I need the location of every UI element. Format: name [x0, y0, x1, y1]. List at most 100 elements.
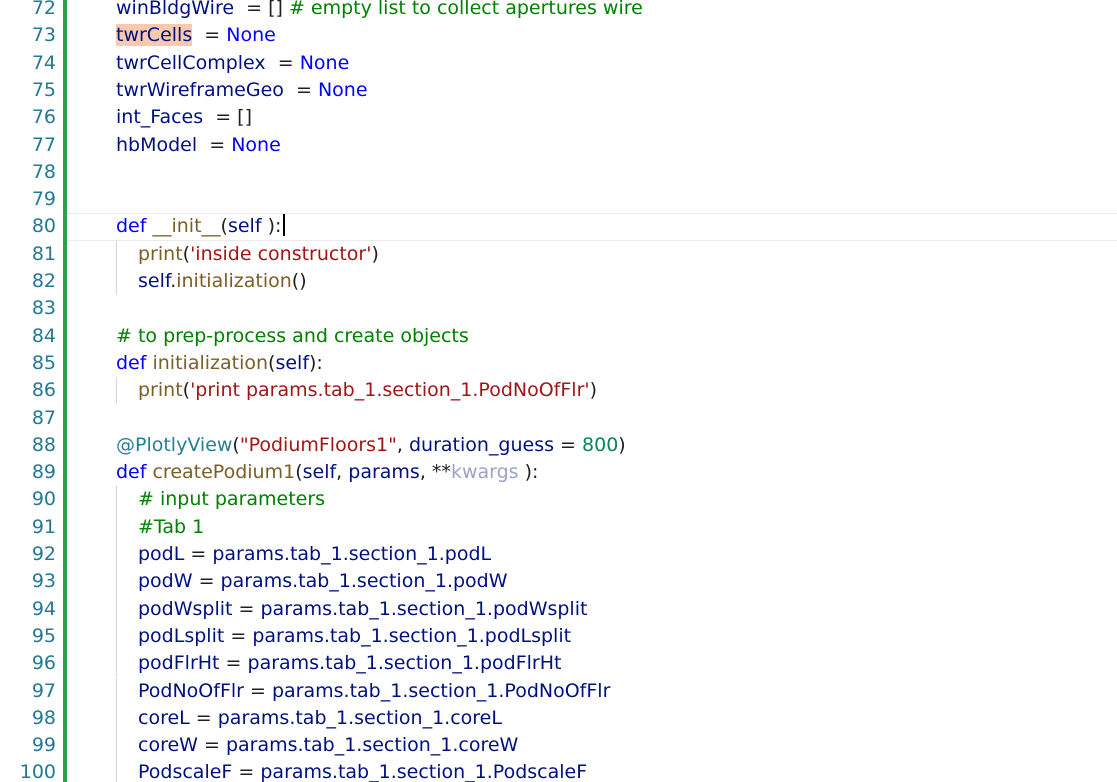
- indent-guide: [116, 513, 117, 541]
- code-text[interactable]: twrCells = None: [116, 22, 276, 49]
- code-line[interactable]: 87: [0, 405, 1117, 432]
- code-token: =: [224, 624, 253, 647]
- code-line[interactable]: 92 podL = params.tab_1.section_1.podL: [0, 541, 1117, 569]
- code-token: @PlotlyView: [116, 433, 233, 456]
- code-line[interactable]: 83: [0, 295, 1117, 322]
- code-line[interactable]: 94 podWsplit = params.tab_1.section_1.pod…: [0, 595, 1117, 623]
- code-line[interactable]: 88 @PlotlyView("PodiumFloors1", duration_…: [0, 432, 1117, 459]
- code-text[interactable]: winBldgWire = [] # empty list to collect…: [116, 0, 643, 22]
- code-line[interactable]: 78: [0, 159, 1117, 186]
- line-number: 85: [31, 351, 56, 374]
- line-number: 79: [31, 188, 56, 211]
- code-line[interactable]: 91 #Tab 1: [0, 513, 1117, 541]
- code-line[interactable]: 79: [0, 186, 1117, 213]
- line-number: 91: [31, 515, 56, 538]
- indent-guide: [116, 240, 117, 268]
- code-text[interactable]: def createPodium1(self, params, **kwargs…: [116, 459, 538, 486]
- code-line[interactable]: 75 twrWireframeGeo = None: [0, 77, 1117, 104]
- code-text[interactable]: self.initialization(): [138, 268, 307, 295]
- code-token: =: [189, 706, 218, 729]
- code-token: =: [197, 133, 232, 156]
- code-text[interactable]: int_Faces = []: [116, 104, 252, 131]
- code-line[interactable]: 98 coreL = params.tab_1.section_1.coreL: [0, 704, 1117, 733]
- code-text[interactable]: podFlrHt = params.tab_1.section_1.podFlr…: [138, 650, 561, 677]
- code-line[interactable]: 96 podFlrHt = params.tab_1.section_1.podF…: [0, 650, 1117, 678]
- code-token: 800: [582, 433, 619, 456]
- code-text[interactable]: @PlotlyView("PodiumFloors1", duration_gu…: [116, 432, 626, 459]
- code-token: params.tab_1.section_1.PodscaleF: [260, 761, 588, 782]
- code-token: params.tab_1.section_1.podWsplit: [260, 597, 588, 620]
- code-token: ): [589, 379, 598, 402]
- code-token: =: [283, 78, 318, 101]
- code-text[interactable]: # to prep-process and create objects: [116, 323, 469, 350]
- code-token: (: [182, 379, 191, 402]
- code-token: def: [116, 215, 153, 238]
- code-token: self: [227, 215, 262, 238]
- code-text[interactable]: twrCellComplex = None: [116, 50, 349, 77]
- code-token: (: [295, 461, 303, 484]
- line-number: 81: [31, 242, 56, 265]
- code-text[interactable]: hbModel = None: [116, 132, 281, 159]
- code-token: params.tab_1.section_1.podFlrHt: [247, 652, 562, 675]
- code-token: winBldgWire: [116, 0, 235, 19]
- code-text[interactable]: podL = params.tab_1.section_1.podL: [138, 541, 491, 568]
- indent-guide: [116, 268, 117, 296]
- code-token: =: [197, 734, 226, 757]
- code-token: = []: [234, 0, 289, 19]
- code-line[interactable]: 77 hbModel = None: [0, 132, 1117, 159]
- code-line[interactable]: 80 def __init__(self ):: [0, 213, 1117, 240]
- code-token: ,: [336, 461, 349, 484]
- indent-guide: [116, 677, 117, 705]
- code-token: None: [231, 133, 281, 156]
- line-number: 72: [31, 0, 56, 19]
- code-token: =: [192, 570, 221, 593]
- code-line[interactable]: 82 self.initialization(): [0, 268, 1117, 296]
- code-text[interactable]: podLsplit = params.tab_1.section_1.podLs…: [138, 623, 571, 650]
- code-line[interactable]: 95 podLsplit = params.tab_1.section_1.pod…: [0, 622, 1117, 651]
- line-number: 75: [31, 78, 56, 101]
- code-text[interactable]: print('print params.tab_1.section_1.PodN…: [138, 377, 597, 404]
- code-text[interactable]: # input parameters: [138, 486, 325, 513]
- code-token: self: [275, 351, 310, 374]
- code-text[interactable]: def __init__(self ):: [116, 213, 286, 240]
- code-token: podFlrHt: [138, 652, 220, 675]
- code-line[interactable]: 90 # input parameters: [0, 486, 1117, 514]
- code-token: twrCellComplex: [116, 51, 266, 74]
- highlighted-token: twrCells: [116, 24, 193, 47]
- code-line[interactable]: 93 podW = params.tab_1.section_1.podW: [0, 568, 1117, 596]
- line-number: 77: [31, 133, 56, 156]
- code-token: =: [232, 597, 261, 620]
- code-text[interactable]: def initialization(self):: [116, 350, 323, 377]
- code-editor[interactable]: 72 winBldgWire = [] # empty list to colle…: [0, 0, 1117, 782]
- code-line[interactable]: 89 def createPodium1(self, params, **kwar…: [0, 459, 1117, 486]
- line-number: 86: [31, 379, 56, 402]
- code-text[interactable]: #Tab 1: [138, 514, 204, 541]
- code-token: (: [182, 242, 191, 265]
- code-line[interactable]: 100 PodscaleF = params.tab_1.section_1.Po…: [0, 759, 1117, 782]
- code-text[interactable]: twrWireframeGeo = None: [116, 77, 368, 104]
- code-line[interactable]: 73 twrCells = None: [0, 22, 1117, 49]
- code-line[interactable]: 97 PodNoOfFlr = params.tab_1.section_1.Po…: [0, 677, 1117, 705]
- line-number: 87: [31, 406, 56, 429]
- code-line[interactable]: 84 # to prep-process and create objects: [0, 323, 1117, 350]
- code-text[interactable]: print('inside constructor'): [138, 241, 379, 268]
- code-text[interactable]: podWsplit = params.tab_1.section_1.podWs…: [138, 596, 587, 623]
- code-text[interactable]: coreL = params.tab_1.section_1.coreL: [138, 705, 502, 732]
- code-line[interactable]: 81 print('inside constructor'): [0, 240, 1117, 268]
- code-token: hbModel: [116, 133, 198, 156]
- code-token: #Tab 1: [138, 515, 205, 538]
- code-line[interactable]: 76 int_Faces = []: [0, 104, 1117, 131]
- code-token: =: [184, 543, 213, 565]
- code-line[interactable]: 72 winBldgWire = [] # empty list to colle…: [0, 0, 1117, 22]
- code-line[interactable]: 86 print('print params.tab_1.section_1.Po…: [0, 377, 1117, 405]
- code-line[interactable]: 99 coreW = params.tab_1.section_1.coreW: [0, 732, 1117, 760]
- code-text[interactable]: PodNoOfFlr = params.tab_1.section_1.PodN…: [138, 678, 610, 705]
- code-text[interactable]: PodscaleF = params.tab_1.section_1.Podsc…: [138, 759, 587, 782]
- line-number: 84: [31, 324, 56, 347]
- code-line[interactable]: 85 def initialization(self):: [0, 350, 1117, 377]
- code-text[interactable]: podW = params.tab_1.section_1.podW: [138, 568, 508, 595]
- code-text[interactable]: coreW = params.tab_1.section_1.coreW: [138, 732, 518, 759]
- code-token: __init__: [152, 215, 221, 238]
- code-line[interactable]: 74 twrCellComplex = None: [0, 50, 1117, 77]
- line-number: 98: [31, 706, 56, 729]
